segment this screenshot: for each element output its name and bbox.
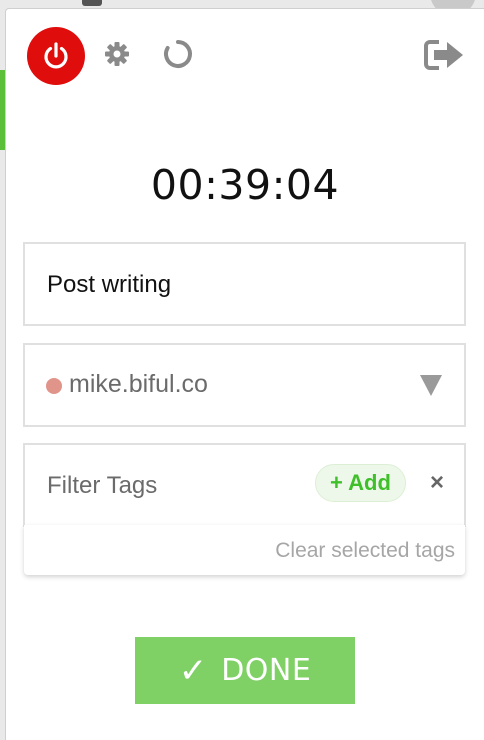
- logout-button[interactable]: [422, 37, 466, 73]
- tags-dropdown: Clear selected tags: [24, 525, 465, 575]
- close-icon[interactable]: ×: [430, 471, 444, 495]
- done-label: DONE: [221, 653, 312, 688]
- background-tab: [82, 0, 102, 6]
- toolbar: [6, 9, 484, 101]
- project-select[interactable]: mike.biful.co: [23, 343, 466, 427]
- add-tag-button[interactable]: + Add: [315, 464, 406, 502]
- logout-icon: [424, 40, 463, 70]
- dropdown-arrow-icon[interactable]: [420, 375, 442, 396]
- elapsed-time: 00:39:04: [150, 161, 340, 209]
- description-input[interactable]: [45, 244, 444, 326]
- timer-popup: 00:39:04 mike.biful.co + Add × Clear sel…: [5, 8, 484, 740]
- checkmark-icon: ✓: [178, 650, 208, 691]
- description-field[interactable]: [23, 242, 466, 326]
- tags-field[interactable]: + Add ×: [23, 443, 466, 527]
- power-button[interactable]: [27, 27, 85, 85]
- project-color-dot: [46, 378, 62, 394]
- settings-button[interactable]: [102, 39, 132, 69]
- gear-icon: [105, 42, 129, 66]
- project-name: mike.biful.co: [69, 370, 208, 398]
- tags-filter-input[interactable]: [45, 445, 289, 527]
- sync-button[interactable]: [161, 37, 195, 71]
- clear-selected-tags-link[interactable]: Clear selected tags: [275, 539, 455, 563]
- refresh-icon: [164, 40, 192, 68]
- power-icon: [44, 42, 68, 69]
- done-button[interactable]: ✓ DONE: [135, 637, 355, 704]
